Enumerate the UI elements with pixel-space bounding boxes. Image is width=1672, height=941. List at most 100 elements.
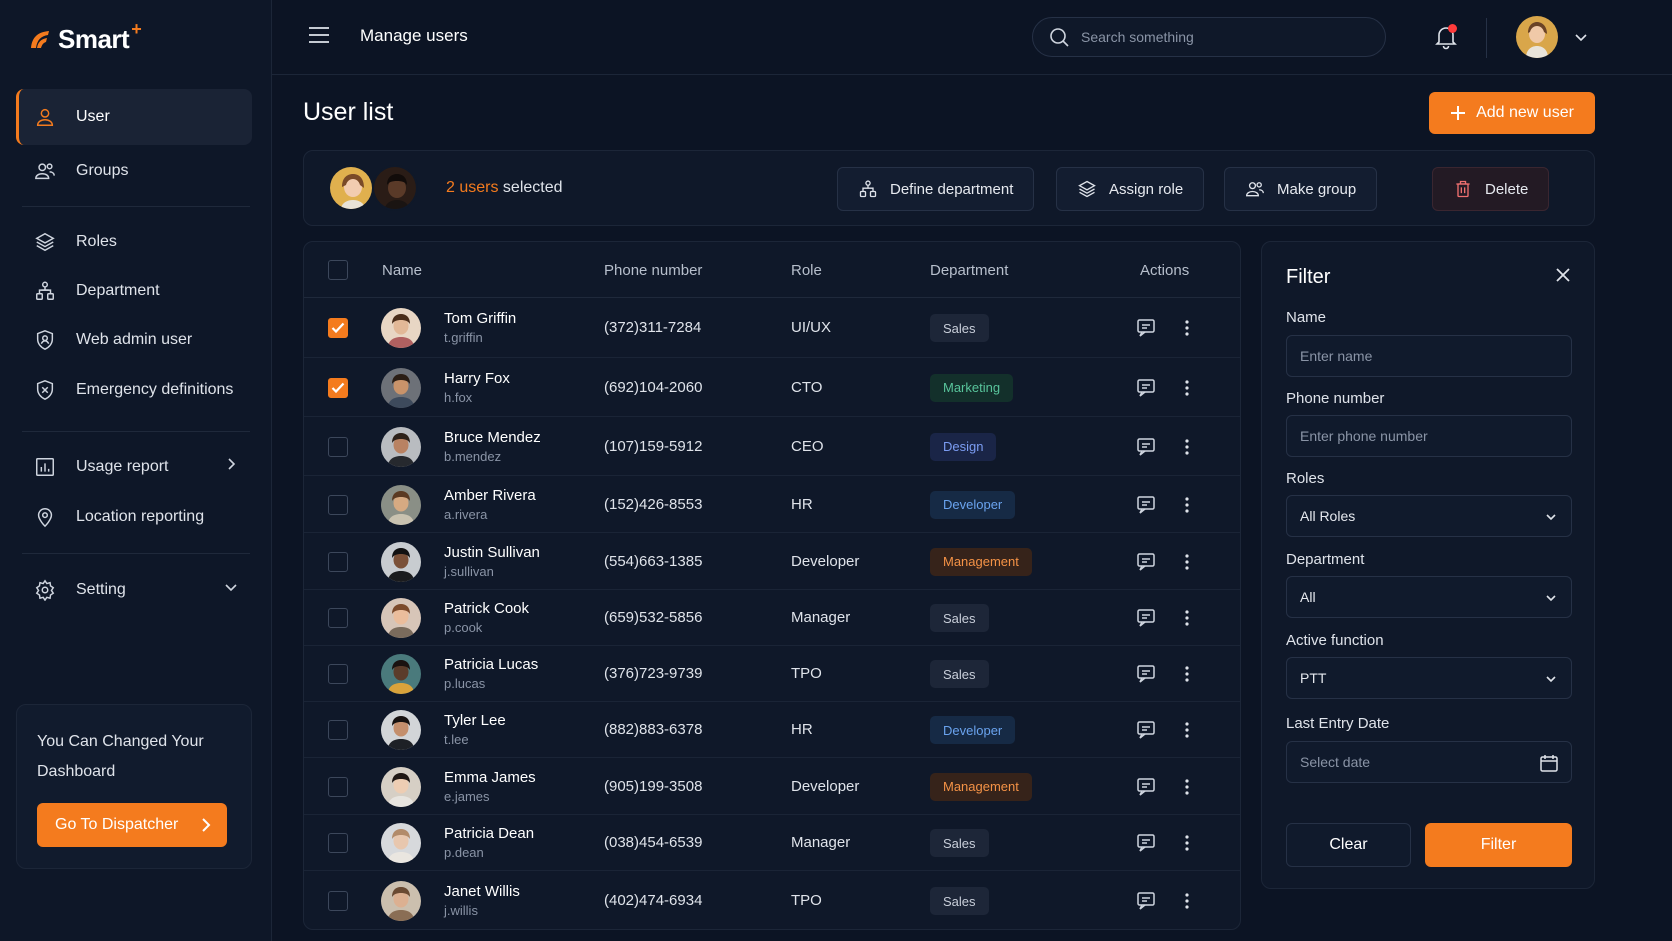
more-options-icon[interactable] [1184,834,1190,852]
row-checkbox[interactable] [328,776,348,797]
make-group-button[interactable]: Make group [1224,167,1378,211]
user-name[interactable]: Harry Fox [444,370,510,387]
table-row[interactable]: Patrick Cook p.cook (659)532-5856 Manager Sa… [304,590,1240,646]
filter-name-input[interactable]: Enter name [1286,335,1572,377]
user-name[interactable]: Tyler Lee [444,712,506,729]
admin-user-icon [36,330,54,350]
filter-date-label: Last Entry Date [1286,715,1390,732]
filter-apply-button[interactable]: Filter [1425,823,1572,867]
more-options-icon[interactable] [1184,379,1190,397]
more-options-icon[interactable] [1184,609,1190,627]
profile-avatar[interactable] [1516,16,1558,58]
sidebar-item-location-reporting[interactable]: Location reporting [16,489,252,545]
message-icon[interactable] [1136,777,1156,797]
chevron-right-icon [202,818,211,832]
select-all-checkbox[interactable] [328,260,348,280]
page-title: User list [303,98,394,126]
chevron-down-icon[interactable] [1574,30,1588,44]
more-options-icon[interactable] [1184,778,1190,796]
row-checkbox[interactable] [328,664,348,684]
user-name[interactable]: Bruce Mendez [444,429,541,446]
column-header-role[interactable]: Role [791,262,822,279]
user-name[interactable]: Tom Griffin [444,310,516,327]
message-icon[interactable] [1136,552,1156,572]
message-icon[interactable] [1136,318,1156,338]
filter-department-select[interactable]: All [1286,576,1572,618]
user-role: TPO [791,892,822,909]
table-row[interactable]: Tyler Lee t.lee (882)883-6378 HR Developer [304,702,1240,758]
user-phone: (107)159-5912 [604,437,703,455]
sidebar-item-department[interactable]: Department [16,263,252,319]
table-row[interactable]: Janet Willis j.willis (402)474-6934 TPO Sale… [304,871,1240,929]
message-icon[interactable] [1136,608,1156,628]
user-name[interactable]: Patrick Cook [444,600,529,617]
search-placeholder: Search something [1081,29,1194,45]
table-row[interactable]: Harry Fox h.fox (692)104-2060 CTO Marketing [304,358,1240,417]
filter-clear-button[interactable]: Clear [1286,823,1411,867]
hamburger-menu-icon[interactable] [308,26,330,44]
row-checkbox[interactable] [328,436,348,457]
filter-date-input[interactable]: Select date [1286,741,1572,783]
sidebar-item-roles[interactable]: Roles [16,214,252,270]
table-row[interactable]: Patricia Dean p.dean (038)454-6539 Manager S… [304,815,1240,871]
sidebar-item-label: Setting [76,581,126,598]
user-name[interactable]: Janet Willis [444,883,520,900]
more-options-icon[interactable] [1184,892,1190,910]
sidebar-item-user[interactable]: User [16,89,252,145]
app-logo[interactable]: Smart + [28,19,146,55]
table-row[interactable]: Patricia Lucas p.lucas (376)723-9739 TPO Sal… [304,646,1240,702]
column-header-department[interactable]: Department [930,262,1008,279]
message-icon[interactable] [1136,664,1156,684]
message-icon[interactable] [1136,378,1156,398]
row-checkbox[interactable] [328,833,348,853]
chevron-down-icon [1546,514,1556,521]
close-icon[interactable] [1556,268,1570,282]
user-name[interactable]: Patricia Dean [444,825,534,842]
table-row[interactable]: Justin Sullivan j.sullivan (554)663-1385 De… [304,533,1240,590]
row-checkbox[interactable] [328,608,348,628]
search-input[interactable]: Search something [1032,17,1386,57]
table-row[interactable]: Bruce Mendez b.mendez (107)159-5912 CEO Desi… [304,417,1240,476]
row-checkbox[interactable] [328,720,348,740]
go-to-dispatcher-button[interactable]: Go To Dispatcher [37,803,227,847]
table-row[interactable]: Emma James e.james (905)199-3508 Developer M… [304,758,1240,815]
assign-role-button[interactable]: Assign role [1056,167,1205,211]
message-icon[interactable] [1136,720,1156,740]
more-options-icon[interactable] [1184,721,1190,739]
more-options-icon[interactable] [1184,665,1190,683]
more-options-icon[interactable] [1184,553,1190,571]
message-icon[interactable] [1136,833,1156,853]
column-header-phone[interactable]: Phone number [604,262,702,279]
user-name[interactable]: Patricia Lucas [444,656,538,673]
filter-function-select[interactable]: PTT [1286,657,1572,699]
row-checkbox[interactable] [328,377,348,398]
message-icon[interactable] [1136,437,1156,457]
sidebar-item-setting[interactable]: Setting [16,562,252,618]
sidebar-item-emergency-definitions[interactable]: Emergency definitions [16,362,252,418]
row-checkbox[interactable] [328,891,348,911]
row-checkbox[interactable] [328,318,348,338]
more-options-icon[interactable] [1184,496,1190,514]
sidebar-item-usage-report[interactable]: Usage report [16,439,252,495]
more-options-icon[interactable] [1184,438,1190,456]
message-icon[interactable] [1136,891,1156,911]
department-badge: Management [930,772,1032,801]
table-row[interactable]: Amber Rivera a.rivera (152)426-8553 HR Devel… [304,476,1240,533]
row-checkbox[interactable] [328,551,348,572]
row-checkbox[interactable] [328,494,348,515]
sidebar-item-label: Roles [76,233,117,250]
user-name[interactable]: Emma James [444,769,536,786]
column-header-name[interactable]: Name [382,262,422,279]
filter-roles-select[interactable]: All Roles [1286,495,1572,537]
sidebar-item-groups[interactable]: Groups [16,143,252,199]
filter-phone-input[interactable]: Enter phone number [1286,415,1572,457]
add-new-user-button[interactable]: Add new user [1429,92,1595,134]
more-options-icon[interactable] [1184,319,1190,337]
message-icon[interactable] [1136,495,1156,515]
user-name[interactable]: Justin Sullivan [444,544,540,561]
delete-button[interactable]: Delete [1432,167,1550,211]
user-name[interactable]: Amber Rivera [444,487,536,504]
sidebar-item-web-admin-user[interactable]: Web admin user [16,312,252,368]
define-department-button[interactable]: Define department [837,167,1035,211]
table-row[interactable]: Tom Griffin t.griffin (372)311-7284 UI/UX Sa… [304,298,1240,358]
